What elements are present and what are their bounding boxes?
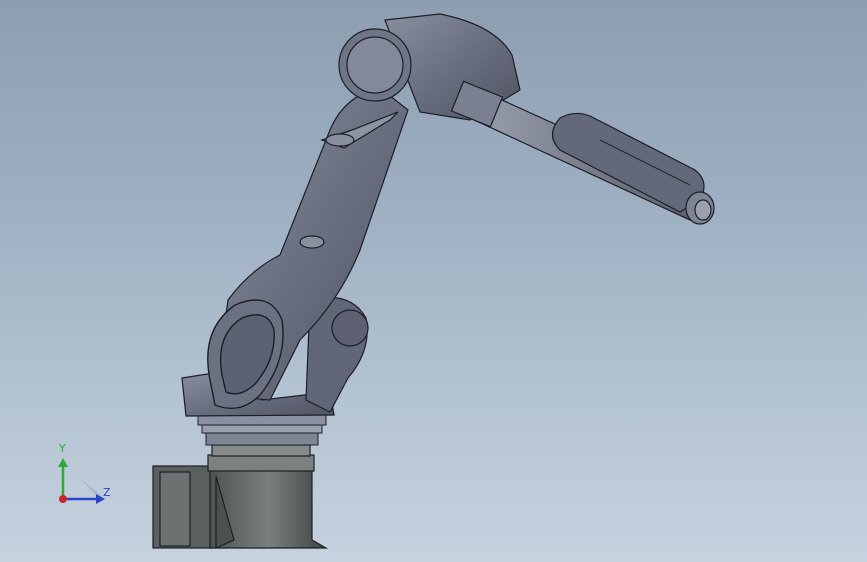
- turntable-rings: [197, 414, 327, 446]
- x-axis-icon: [59, 495, 67, 503]
- triad-plane-icon: [80, 478, 102, 498]
- y-axis-label: Y: [59, 442, 66, 455]
- wrist-flange: [685, 191, 715, 225]
- graphics-viewport[interactable]: Y Z: [0, 0, 867, 562]
- forearm-tube: [450, 80, 705, 221]
- coordinate-triad: [58, 458, 105, 504]
- z-axis-label: Z: [103, 486, 111, 499]
- robot-arm-model[interactable]: [0, 0, 867, 562]
- base-pedestal: [152, 444, 329, 549]
